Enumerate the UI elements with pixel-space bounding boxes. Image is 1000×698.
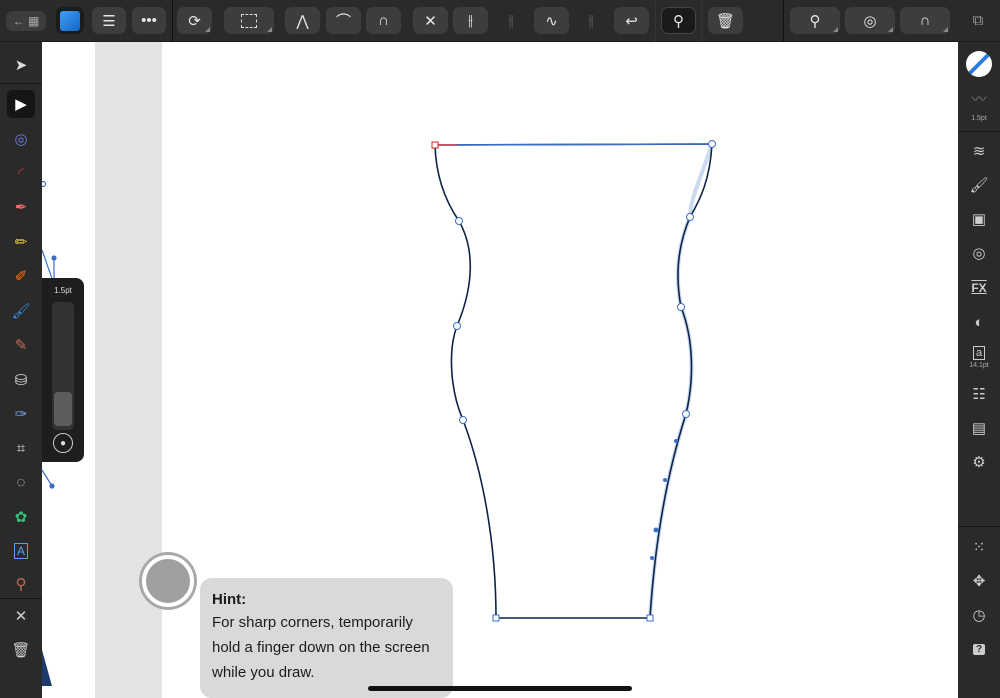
- no-fill-swatch-icon: [966, 51, 992, 77]
- stroke-button[interactable]: 〰: [965, 86, 993, 110]
- vase-curve: [434, 143, 713, 619]
- flood-icon: ✿: [14, 509, 28, 526]
- curve-nodes: [431, 140, 716, 622]
- fill-bucket-icon: ⛁: [14, 372, 28, 389]
- text-styles-button[interactable]: ☷: [965, 382, 993, 406]
- font-size-value: 14.1pt: [969, 362, 989, 369]
- corner-tool[interactable]: ◎: [7, 125, 35, 153]
- corner-icon: ◎: [14, 131, 28, 148]
- assets-button[interactable]: ▤: [965, 416, 993, 440]
- paint-tool[interactable]: ✎: [7, 331, 35, 359]
- appearance-button[interactable]: ▣: [965, 207, 993, 231]
- transform-button[interactable]: ✥: [965, 569, 993, 593]
- node: [677, 303, 685, 311]
- document-gear-icon: ⚙: [972, 454, 986, 471]
- delete-tool-button[interactable]: 🗑: [7, 636, 35, 664]
- text-a-icon: a: [972, 346, 986, 360]
- tools-panel: ➤ ▶ ◎ ◜ ✒ ✏ ✐ 🖌 ✎ ⛁ ✑ ⌗ ◌ ✿ A ⚲ ✕ 🗑: [0, 42, 42, 698]
- fill-tool[interactable]: ⛁: [7, 366, 35, 394]
- stroke-icon: 〰: [971, 90, 987, 108]
- slider-track[interactable]: [52, 302, 74, 430]
- hint-tooltip: Hint: For sharp corners, temporarily hol…: [200, 578, 453, 698]
- pencil-icon: ✏: [14, 234, 28, 251]
- node: [459, 416, 467, 424]
- shape-icon: ◌: [16, 473, 26, 491]
- studio-panel: 〰 1.5pt ≋ 🖌 ▣ ◎ FX ◐ a 14.1pt ☷ ▤ ⚙ ⁙ ✥ …: [958, 42, 1000, 698]
- node: [492, 614, 500, 622]
- pencil-tool[interactable]: ✏: [7, 228, 35, 256]
- vase-curve-highlight: [648, 143, 714, 619]
- brush-icon: 🖌: [969, 177, 989, 194]
- stroke-width-slider[interactable]: 1.5pt ●: [42, 278, 84, 462]
- node: [682, 410, 690, 418]
- artistic-text-tool[interactable]: A: [7, 537, 35, 565]
- fx-button[interactable]: FX: [965, 276, 993, 300]
- node: [686, 213, 694, 221]
- pen-tool[interactable]: ✒: [7, 193, 35, 221]
- help-button[interactable]: ?: [965, 637, 993, 661]
- close-button[interactable]: ✕: [7, 602, 35, 630]
- brushes-button[interactable]: 🖌: [965, 173, 993, 197]
- stroke-width-label: 1.5pt: [54, 286, 72, 295]
- home-indicator[interactable]: [368, 686, 632, 691]
- pressure-eye-icon[interactable]: ●: [53, 433, 73, 453]
- layers-button[interactable]: ≋: [965, 139, 993, 163]
- sticky-modifier-button[interactable]: [142, 555, 194, 607]
- grid-icon: ⁙: [972, 539, 986, 556]
- gradient-tool[interactable]: ◜: [7, 159, 35, 187]
- hint-title: Hint:: [212, 591, 247, 608]
- history-button[interactable]: ◷: [965, 603, 993, 627]
- pen-icon: ✒: [14, 199, 28, 216]
- node: [646, 614, 654, 622]
- appearance-icon: ▣: [971, 211, 987, 228]
- node: [453, 322, 461, 330]
- close-icon: ✕: [14, 608, 28, 625]
- color-picker-tool[interactable]: ⚲: [7, 570, 35, 598]
- vector-brush-tool[interactable]: ✐: [7, 262, 35, 290]
- stroke-width-value: 1.5pt: [971, 115, 987, 122]
- node-arrow-icon: ▶: [15, 96, 27, 113]
- pixel-brush-tool[interactable]: 🖌: [7, 297, 35, 325]
- transparency-button[interactable]: ◐: [965, 310, 993, 334]
- crop-icon: ⌗: [16, 439, 26, 457]
- color-button[interactable]: [965, 51, 993, 77]
- aperture-icon: ◎: [972, 245, 986, 262]
- eyedropper-icon: ⚲: [15, 576, 27, 593]
- vector-flood-tool[interactable]: ✿: [7, 503, 35, 531]
- transparency-tool[interactable]: ✑: [7, 400, 35, 428]
- paintbrush-icon: 🖌: [11, 303, 31, 320]
- text-icon: A: [13, 543, 28, 559]
- knife-brush-icon: ✎: [14, 337, 28, 354]
- move-arrows-icon: ✥: [972, 573, 986, 590]
- node-tool[interactable]: ▶: [7, 90, 35, 118]
- gradient-icon: ◜: [18, 165, 24, 182]
- clock-icon: ◷: [972, 607, 986, 624]
- move-tool[interactable]: ➤: [7, 51, 35, 79]
- crop-tool[interactable]: ⌗: [7, 434, 35, 462]
- node: [455, 217, 463, 225]
- hint-body: For sharp corners, temporarily hold a fi…: [212, 614, 430, 681]
- grid-button[interactable]: ⁙: [965, 535, 993, 559]
- help-icon: ?: [972, 643, 986, 655]
- shape-tool[interactable]: ◌: [7, 468, 35, 496]
- layers-icon: ≋: [972, 143, 986, 160]
- brush-icon: ✐: [14, 268, 28, 285]
- slider-thumb[interactable]: [54, 392, 72, 426]
- fx-icon: FX: [971, 281, 987, 295]
- adjustments-button[interactable]: ◎: [965, 241, 993, 265]
- pointer-icon: ➤: [14, 57, 28, 74]
- transparency-icon: ◐: [974, 313, 984, 331]
- node: [708, 140, 716, 148]
- document-button[interactable]: ⚙: [965, 450, 993, 474]
- text-styles-icon: ☷: [972, 386, 986, 403]
- trash-icon: 🗑: [11, 642, 31, 659]
- start-node: [431, 141, 439, 149]
- assets-icon: ▤: [971, 420, 987, 437]
- transparency-icon: ✑: [14, 406, 28, 423]
